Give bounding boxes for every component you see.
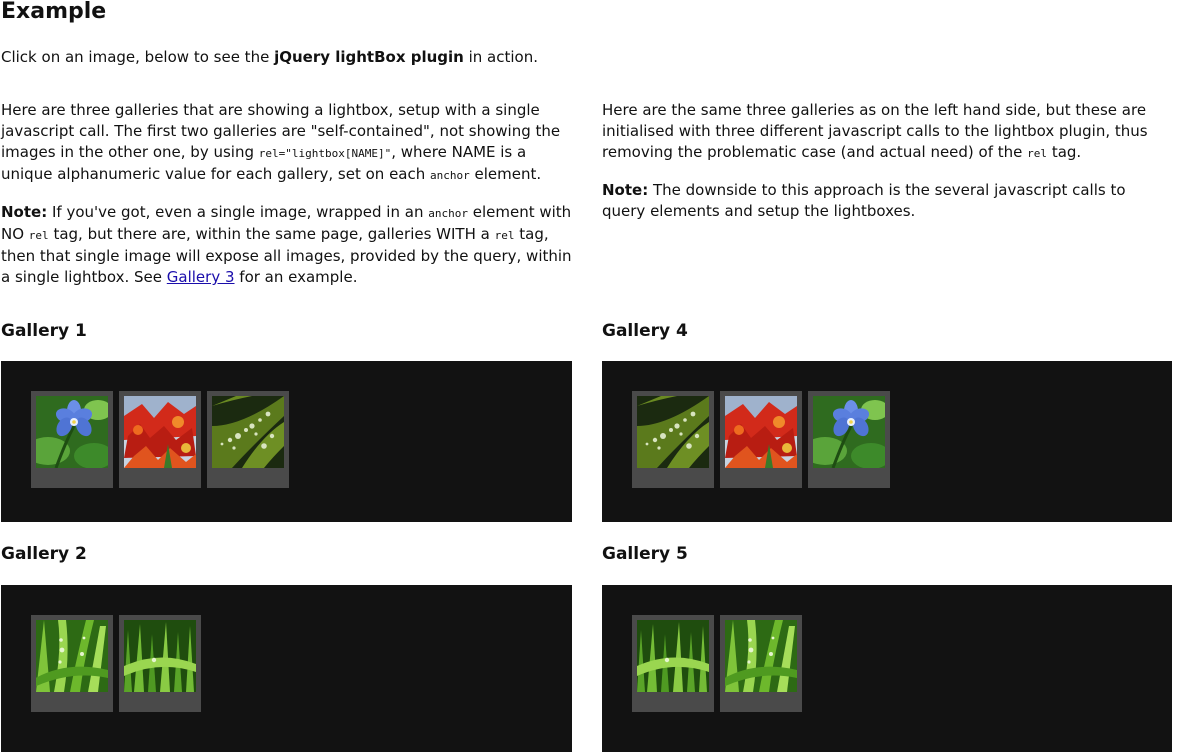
left-paragraph-1: Here are three galleries that are showin… <box>1 100 573 186</box>
text: tag. <box>1047 143 1082 161</box>
gallery-5-title: Gallery 5 <box>602 544 688 564</box>
gallery-5-thumbnails <box>632 615 802 712</box>
gallery-1-title: Gallery 1 <box>1 321 87 341</box>
right-column-text: Here are the same three galleries as on … <box>602 100 1172 238</box>
note-label: Note: <box>1 203 48 221</box>
intro-text-end: in action. <box>463 48 538 66</box>
red-maple-leaves-image <box>124 396 196 468</box>
text: tag, but there are, within the same page… <box>48 225 495 243</box>
green-grass-drops-image <box>36 620 108 692</box>
thumbnail-blue-flower[interactable] <box>31 391 113 488</box>
right-paragraph-2: Note: The downside to this approach is t… <box>602 180 1172 222</box>
thumbnail-green-grass-blades[interactable] <box>119 615 201 712</box>
left-paragraph-2: Note: If you've got, even a single image… <box>1 202 573 288</box>
thumbnail-blue-flower[interactable] <box>808 391 890 488</box>
code-anchor: anchor <box>430 169 470 182</box>
intro-text-start: Click on an image, below to see the <box>1 48 275 66</box>
text: for an example. <box>234 268 358 286</box>
gallery-4-title: Gallery 4 <box>602 321 688 341</box>
text: element. <box>469 165 542 183</box>
gallery-5 <box>602 585 1172 752</box>
gallery-2-thumbnails <box>31 615 201 712</box>
green-grass-blades-image <box>124 620 196 692</box>
left-column-text: Here are three galleries that are showin… <box>1 100 573 304</box>
note-label: Note: <box>602 181 649 199</box>
code-rel: rel <box>28 229 49 242</box>
leaf-water-drops-image <box>637 396 709 468</box>
green-grass-drops-image <box>725 620 797 692</box>
thumbnail-leaf-water-drops[interactable] <box>632 391 714 488</box>
text: The downside to this approach is the sev… <box>602 181 1126 220</box>
leaf-water-drops-image <box>212 396 284 468</box>
code-rel: rel <box>1027 147 1048 160</box>
code-rel-lightbox: rel="lightbox[NAME]" <box>258 147 392 160</box>
red-maple-leaves-image <box>725 396 797 468</box>
page-title: Example <box>1 0 107 24</box>
gallery-4 <box>602 361 1172 522</box>
green-grass-blades-image <box>637 620 709 692</box>
gallery-3-link[interactable]: Gallery 3 <box>167 268 235 286</box>
thumbnail-red-maple-leaves[interactable] <box>720 391 802 488</box>
right-paragraph-1: Here are the same three galleries as on … <box>602 100 1172 164</box>
code-rel: rel <box>494 229 515 242</box>
gallery-2-title: Gallery 2 <box>1 544 87 564</box>
blue-flower-image <box>36 396 108 468</box>
thumbnail-green-grass-drops[interactable] <box>31 615 113 712</box>
code-anchor: anchor <box>428 207 468 220</box>
intro-plugin-name: jQuery lightBox plugin <box>274 48 464 66</box>
thumbnail-green-grass-blades[interactable] <box>632 615 714 712</box>
thumbnail-green-grass-drops[interactable] <box>720 615 802 712</box>
intro-text: Click on an image, below to see the jQue… <box>1 47 538 68</box>
blue-flower-image <box>813 396 885 468</box>
thumbnail-leaf-water-drops[interactable] <box>207 391 289 488</box>
text: If you've got, even a single image, wrap… <box>47 203 429 221</box>
gallery-1-thumbnails <box>31 391 289 488</box>
gallery-1 <box>1 361 572 522</box>
gallery-2 <box>1 585 572 752</box>
gallery-4-thumbnails <box>632 391 890 488</box>
thumbnail-red-maple-leaves[interactable] <box>119 391 201 488</box>
